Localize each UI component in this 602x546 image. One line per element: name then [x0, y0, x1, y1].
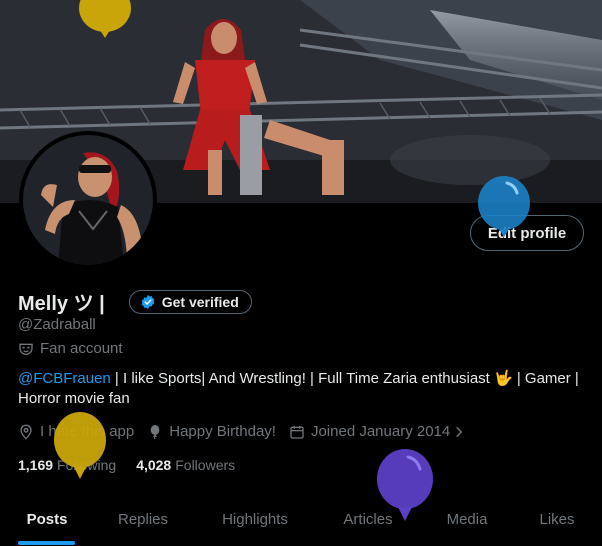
balloon-blue	[478, 176, 530, 237]
professional-category: Fan account	[18, 340, 123, 357]
balloon-icon	[147, 424, 163, 440]
profile-tabs: Posts Replies Highlights Articles Media …	[0, 496, 602, 546]
tab-highlights[interactable]: Highlights	[222, 496, 288, 542]
avatar-image	[23, 135, 153, 265]
followers-count: 4,028	[136, 457, 172, 473]
profile-bio: @FCBFrauen | I like Sports| And Wrestlin…	[18, 369, 588, 409]
location-pin-icon	[18, 424, 34, 440]
balloon-yellow-bottom	[54, 412, 106, 479]
profile-avatar[interactable]	[19, 131, 157, 269]
get-verified-label: Get verified	[161, 293, 239, 310]
tab-media[interactable]: Media	[447, 496, 488, 542]
chevron-right-icon	[452, 425, 466, 439]
mask-icon	[18, 341, 34, 357]
followers-label: Followers	[175, 457, 236, 473]
verified-badge-icon	[140, 294, 156, 310]
balloon-yellow-top	[79, 0, 131, 38]
bio-mention-link[interactable]: @FCBFrauen	[18, 370, 111, 387]
meta-joined[interactable]: Joined January 2014	[289, 423, 466, 440]
category-label: Fan account	[40, 340, 123, 357]
calendar-icon	[289, 424, 305, 440]
tab-likes[interactable]: Likes	[539, 496, 574, 542]
balloon-purple	[377, 449, 433, 521]
tab-posts[interactable]: Posts	[27, 496, 68, 542]
get-verified-button[interactable]: Get verified	[128, 289, 252, 314]
joined-text: Joined January 2014	[310, 423, 451, 440]
following-count: 1,169	[18, 457, 54, 473]
active-tab-indicator	[18, 541, 75, 545]
user-handle: @Zadraball	[18, 316, 96, 333]
name-row: Melly ツ | Get verified	[18, 287, 252, 316]
birthday-text: Happy Birthday!	[169, 423, 276, 440]
meta-birthday: Happy Birthday!	[147, 423, 276, 440]
tab-replies[interactable]: Replies	[118, 496, 168, 542]
followers-link[interactable]: 4,028 Followers	[136, 457, 235, 473]
display-name: Melly ツ |	[18, 293, 105, 315]
